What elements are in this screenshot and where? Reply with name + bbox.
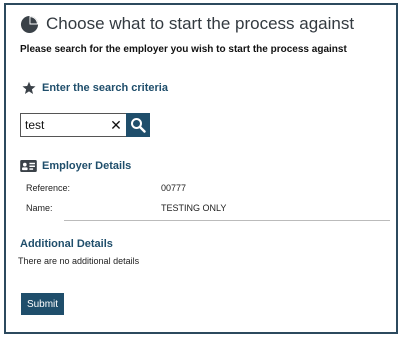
page-header: Choose what to start the process against — [20, 14, 354, 34]
pie-chart-icon — [20, 15, 39, 33]
search-bar: ✕ — [20, 113, 150, 137]
additional-details-text: There are no additional details — [18, 256, 140, 266]
additional-details-label: Additional Details — [20, 238, 113, 250]
reference-label: Reference: — [26, 183, 71, 193]
close-icon[interactable]: ✕ — [110, 118, 122, 132]
employer-details-header: Employer Details — [20, 160, 131, 172]
submit-button[interactable]: Submit — [21, 293, 64, 315]
search-criteria-header: Enter the search criteria — [22, 81, 168, 95]
star-icon — [22, 81, 36, 94]
name-label: Name: — [26, 203, 53, 213]
process-panel: Choose what to start the process against… — [4, 3, 398, 334]
section-divider — [64, 220, 390, 221]
id-card-icon — [20, 160, 37, 172]
search-icon — [131, 118, 146, 133]
page-instructions: Please search for the employer you wish … — [20, 44, 347, 55]
page-title: Choose what to start the process against — [46, 14, 355, 33]
search-criteria-label: Enter the search criteria — [42, 82, 168, 94]
search-input[interactable] — [25, 118, 107, 132]
name-value: TESTING ONLY — [161, 203, 227, 213]
reference-value: 00777 — [161, 183, 187, 193]
search-button[interactable] — [126, 113, 150, 137]
employer-details-label: Employer Details — [42, 160, 132, 172]
search-field: ✕ — [20, 113, 126, 137]
